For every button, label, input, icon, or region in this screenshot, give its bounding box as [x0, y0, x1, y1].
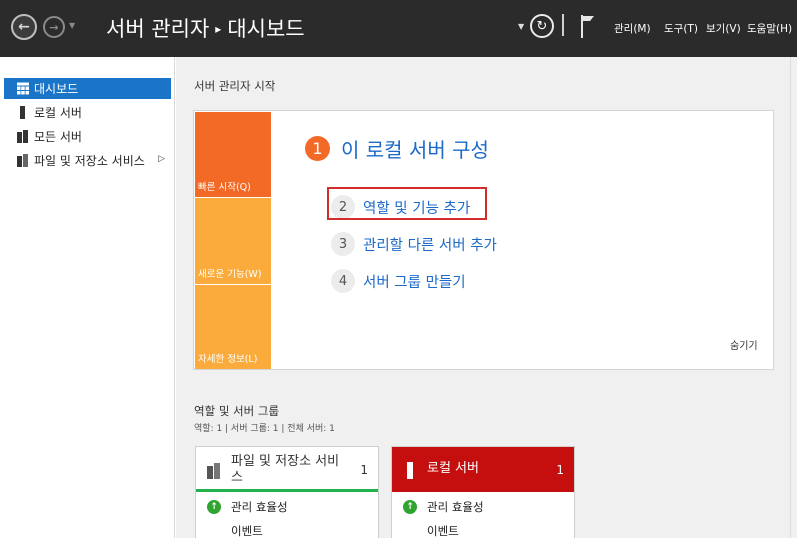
- toolbar-divider: [562, 14, 564, 36]
- menu-tools[interactable]: 도구(T): [664, 21, 698, 36]
- tile-whats-new[interactable]: 새로운 기능(W): [195, 198, 271, 284]
- sidebar-item-label: 파일 및 저장소 서비스: [34, 154, 145, 168]
- history-dropdown-icon[interactable]: ▼: [69, 21, 75, 30]
- menu-manage[interactable]: 관리(M): [614, 21, 651, 36]
- card-events[interactable]: 이벤트: [231, 523, 263, 538]
- file-storage-icon: [17, 154, 28, 167]
- card-file-storage[interactable]: 파일 및 저장소 서비스 1 ↑ 관리 효율성 이벤트: [195, 446, 379, 538]
- menu-help[interactable]: 도움말(H): [747, 21, 792, 36]
- card-status-manageability[interactable]: 관리 효율성: [231, 499, 288, 515]
- status-up-icon: ↑: [403, 500, 417, 514]
- menu-view[interactable]: 보기(V): [706, 21, 741, 36]
- highlight-box: [327, 187, 487, 220]
- sidebar-item-all-servers[interactable]: 모든 서버: [4, 126, 171, 147]
- step-3-add-other-servers[interactable]: 관리할 다른 서버 추가: [363, 234, 497, 255]
- card-title: 로컬 서버: [427, 461, 479, 476]
- status-up-icon: ↑: [207, 500, 221, 514]
- step-1-configure-local-server[interactable]: 이 로컬 서버 구성: [341, 134, 489, 163]
- card-header[interactable]: 파일 및 저장소 서비스 1: [196, 447, 378, 492]
- server-icon: [20, 106, 25, 119]
- breadcrumb-separator-icon: ▸: [215, 22, 222, 36]
- step-1-badge: 1: [305, 136, 330, 161]
- card-count: 1: [360, 463, 368, 477]
- card-header[interactable]: 로컬 서버 1: [392, 447, 574, 492]
- hide-link[interactable]: 숨기기: [730, 337, 758, 352]
- tile-quick-start[interactable]: 빠른 시작(Q): [195, 112, 271, 197]
- sidebar-item-dashboard[interactable]: 대시보드: [4, 78, 171, 99]
- refresh-icon[interactable]: ↻: [530, 14, 554, 38]
- card-events[interactable]: 이벤트: [427, 523, 459, 538]
- roles-summary: 역할: 1 | 서버 그룹: 1 | 전체 서버: 1: [194, 424, 335, 434]
- card-title: 파일 및 저장소 서비스: [231, 454, 340, 485]
- notification-flag-icon[interactable]: [579, 13, 597, 39]
- refresh-dropdown-icon[interactable]: ▼: [518, 22, 524, 31]
- page-title: 서버 관리자 ▸ 대시보드: [106, 13, 305, 43]
- step-4-create-server-group[interactable]: 서버 그룹 만들기: [363, 271, 466, 292]
- step-3-badge: 3: [331, 232, 355, 256]
- chevron-right-icon[interactable]: ▷: [158, 154, 165, 164]
- card-count: 1: [556, 463, 564, 477]
- vertical-scrollbar[interactable]: [790, 57, 797, 538]
- server-icon: [407, 462, 413, 479]
- roles-heading: 역할 및 서버 그룹: [194, 404, 280, 418]
- tile-learn-more[interactable]: 자세한 정보(L): [195, 285, 271, 369]
- card-status-manageability[interactable]: 관리 효율성: [427, 499, 484, 515]
- title-bar: ← → ▼ 서버 관리자 ▸ 대시보드 ▼ ↻ 관리(M) 도구(T) 보기(V) …: [0, 0, 797, 57]
- sidebar-item-label: 로컬 서버: [34, 106, 82, 120]
- sidebar-item-label: 대시보드: [34, 82, 79, 96]
- file-storage-icon: [207, 463, 220, 479]
- title-page: 대시보드: [227, 17, 305, 41]
- sidebar-item-label: 모든 서버: [34, 130, 82, 144]
- step-4-badge: 4: [331, 269, 355, 293]
- welcome-heading: 서버 관리자 시작: [194, 79, 276, 93]
- sidebar-item-local-server[interactable]: 로컬 서버: [4, 102, 171, 123]
- dashboard-grid-icon: [17, 82, 29, 95]
- sidebar-item-file-storage[interactable]: 파일 및 저장소 서비스 ▷: [4, 150, 171, 171]
- title-app: 서버 관리자: [106, 17, 210, 41]
- back-arrow-icon[interactable]: ←: [11, 14, 37, 40]
- card-local-server[interactable]: 로컬 서버 1 ↑ 관리 효율성 이벤트: [391, 446, 575, 538]
- servers-icon: [17, 130, 28, 143]
- forward-arrow-icon[interactable]: →: [43, 16, 65, 38]
